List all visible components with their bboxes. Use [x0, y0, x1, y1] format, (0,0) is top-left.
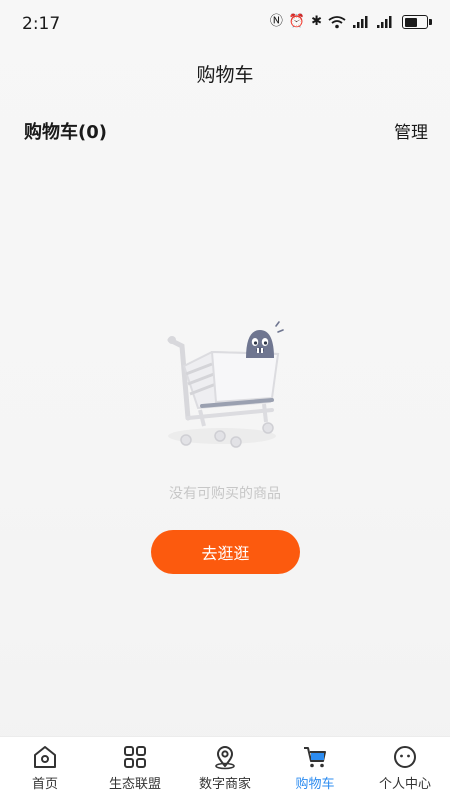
home-icon [34, 746, 56, 768]
tab-label-digital-merchant: 数字商家 [198, 777, 251, 792]
nfc-icon: Ⓝ [269, 14, 283, 29]
cart-icon [304, 747, 326, 768]
wifi-icon [328, 16, 346, 29]
empty-cart-illustration [167, 321, 284, 448]
tab-home[interactable]: 首页 [0, 737, 90, 800]
tab-label-profile: 个人中心 [378, 777, 431, 792]
bluetooth-icon: ✱ [311, 14, 322, 29]
battery-icon [402, 15, 432, 29]
signal-icon [353, 16, 368, 28]
location-pin-icon [215, 746, 235, 770]
bottom-tab-bar: 首页 生态联盟 数字商家 购物车 个人中心 [0, 736, 450, 800]
tab-cart[interactable]: 购物车 [270, 737, 360, 800]
signal-icon-2 [377, 16, 392, 28]
empty-cart-message: 没有可购买的商品 [169, 486, 281, 502]
tab-digital-merchant[interactable]: 数字商家 [180, 737, 270, 800]
smiley-icon [394, 746, 416, 768]
status-icons: Ⓝ ⏰ ✱ [269, 14, 432, 30]
manage-button[interactable]: 管理 [394, 118, 428, 143]
go-shopping-button[interactable]: 去逛逛 [151, 530, 300, 574]
page-title: 购物车 [196, 64, 254, 86]
tab-ecosystem[interactable]: 生态联盟 [90, 737, 180, 800]
tab-profile[interactable]: 个人中心 [360, 737, 450, 800]
cart-count-label: 购物车(0) [24, 122, 107, 143]
cart-header: 购物车(0) 管理 [24, 118, 428, 144]
status-time: 2:17 [22, 14, 61, 34]
tab-label-ecosystem: 生态联盟 [108, 777, 161, 792]
tab-label-cart: 购物车 [295, 777, 335, 792]
tab-label-home: 首页 [31, 777, 58, 792]
grid-icon [124, 746, 146, 768]
alarm-icon: ⏰ [288, 14, 306, 29]
status-bar: 2:17 Ⓝ ⏰ ✱ [0, 0, 450, 46]
